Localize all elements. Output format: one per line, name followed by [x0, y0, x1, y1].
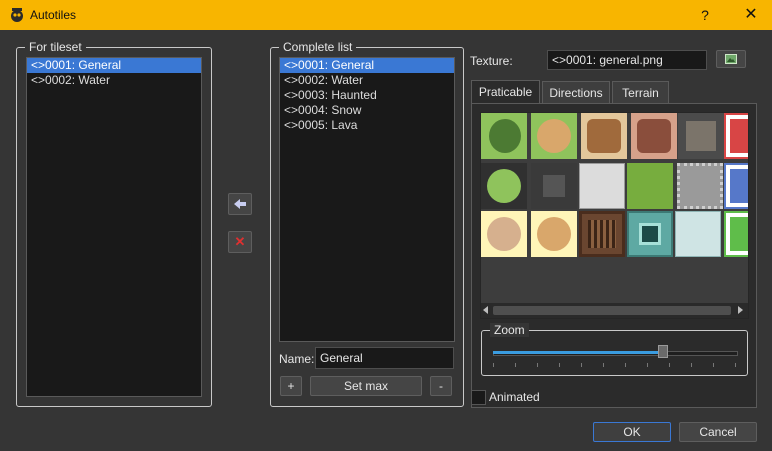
texture-field: <>0001: general.png [547, 50, 707, 70]
for-tileset-title: For tileset [25, 40, 86, 54]
tileset-autotiles-list[interactable]: <>0001: General <>0002: Water [26, 57, 202, 397]
complete-list-title: Complete list [279, 40, 357, 54]
scroll-left-arrow[interactable] [483, 306, 488, 314]
arrow-left-icon [234, 199, 246, 209]
cancel-button[interactable]: Cancel [679, 422, 757, 442]
decrease-button[interactable]: - [430, 376, 452, 396]
zoom-ticks [493, 363, 736, 367]
zoom-slider[interactable] [493, 345, 738, 367]
zoom-handle[interactable] [658, 345, 668, 358]
list-item[interactable]: <>0001: General [27, 58, 201, 73]
tile-green-bush[interactable] [481, 163, 527, 209]
tile-wood-grate[interactable] [579, 211, 625, 257]
list-item[interactable]: <>0005: Lava [280, 118, 454, 133]
set-max-button[interactable]: Set max [310, 376, 422, 396]
tab-praticable[interactable]: Praticable [471, 80, 540, 104]
list-item[interactable]: <>0003: Haunted [280, 88, 454, 103]
tile-ice[interactable] [675, 211, 721, 257]
increase-button[interactable]: + [280, 376, 302, 396]
add-to-tileset-button[interactable] [228, 193, 252, 215]
red-x-icon: ✕ [234, 234, 246, 249]
zoom-track-fill [493, 351, 663, 354]
tile-rock[interactable] [678, 113, 724, 159]
title-bar: Autotiles ? ✕ [0, 0, 772, 30]
tile-mud[interactable] [631, 113, 677, 159]
window-title: Autotiles [30, 8, 77, 22]
remove-from-tileset-button[interactable]: ✕ [228, 231, 252, 253]
app-icon [11, 8, 23, 22]
animated-label: Animated [489, 390, 540, 404]
image-icon [725, 54, 737, 64]
tile-snow[interactable] [579, 163, 625, 209]
list-item[interactable]: <>0002: Water [27, 73, 201, 88]
list-item[interactable]: <>0002: Water [280, 73, 454, 88]
texture-label: Texture: [470, 54, 513, 68]
tile-grass-bush[interactable] [481, 113, 527, 159]
tile-dark-hole[interactable] [531, 163, 577, 209]
scrollbar-thumb[interactable] [493, 306, 731, 315]
zoom-title: Zoom [490, 323, 529, 337]
horizontal-scrollbar[interactable] [481, 303, 748, 318]
close-button[interactable]: ✕ [740, 4, 762, 26]
tile-dirt[interactable] [581, 113, 627, 159]
choose-texture-button[interactable] [716, 50, 746, 68]
name-label: Name: [279, 352, 315, 366]
animated-checkbox[interactable] [471, 390, 486, 405]
zoom-group: Zoom [481, 323, 748, 376]
ok-button[interactable]: OK [593, 422, 671, 442]
tile-teal-block[interactable] [627, 211, 673, 257]
tab-terrain[interactable]: Terrain [612, 81, 669, 103]
help-button[interactable]: ? [694, 4, 716, 26]
tile-sand-dots-2[interactable] [531, 211, 577, 257]
list-item[interactable]: <>0004: Snow [280, 103, 454, 118]
tile-blue-block[interactable] [724, 163, 748, 209]
tile-green-block[interactable] [724, 211, 748, 257]
tile-red-block[interactable] [724, 113, 748, 159]
tile-grass[interactable] [627, 163, 673, 209]
complete-autotiles-list[interactable]: <>0001: General <>0002: Water <>0003: Ha… [279, 57, 455, 342]
list-item[interactable]: <>0001: General [280, 58, 454, 73]
tile-grass-sand[interactable] [531, 113, 577, 159]
tab-directions[interactable]: Directions [542, 81, 610, 103]
name-field[interactable]: General [315, 347, 454, 369]
texture-preview[interactable] [480, 112, 749, 319]
tile-sand-dots-1[interactable] [481, 211, 527, 257]
scroll-right-arrow[interactable] [738, 306, 743, 314]
tile-metal[interactable] [677, 163, 723, 209]
